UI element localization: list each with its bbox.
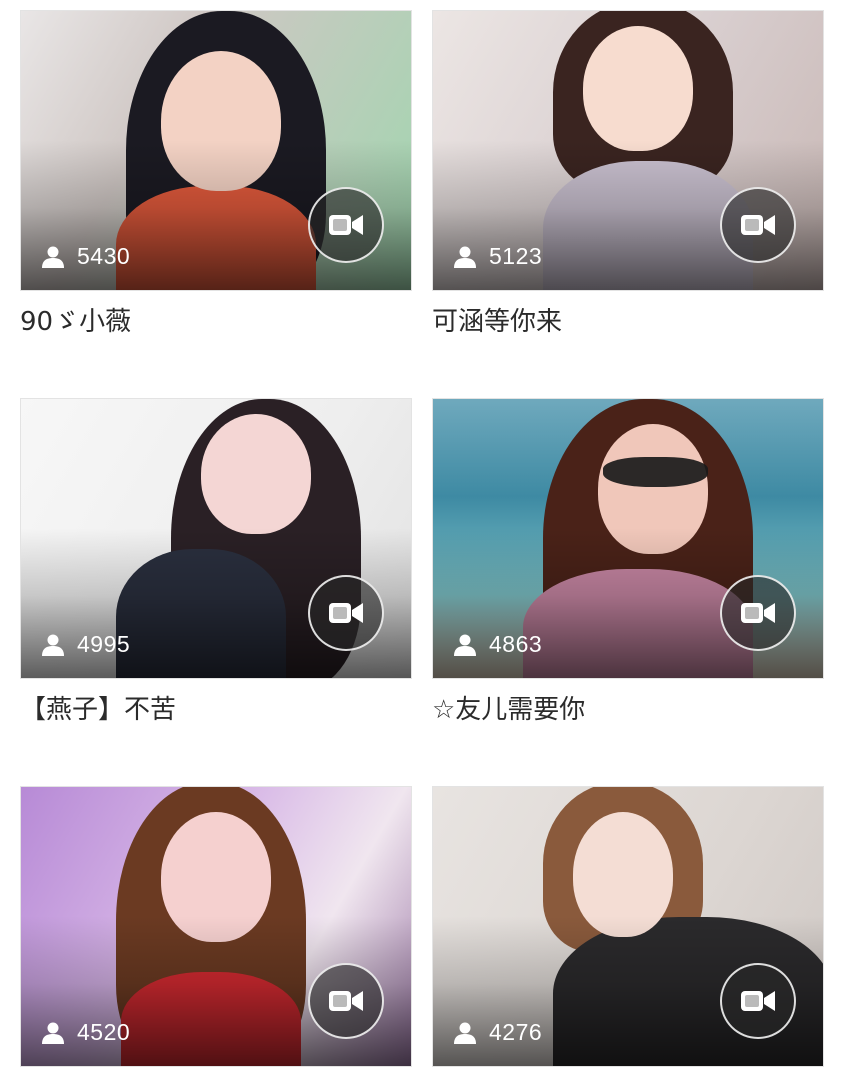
viewer-count-value: 4995 [77,631,131,657]
stream-thumbnail[interactable]: 5123 [432,10,824,291]
viewer-count: 5430 [41,243,130,270]
video-camera-icon [741,603,775,623]
user-icon [454,246,476,268]
stream-title[interactable]: 90ゞ小薇 [20,305,412,339]
stream-thumbnail[interactable]: 4276 [432,786,824,1067]
viewer-count-value: 5430 [77,243,131,269]
user-icon [42,634,64,656]
stream-title[interactable]: 【燕子】不苦 [20,693,412,727]
stream-card[interactable]: 4276 [432,786,824,1067]
stream-thumbnail[interactable]: 4863 [432,398,824,679]
video-camera-button[interactable] [308,575,384,651]
viewer-count-value: 5123 [489,243,543,269]
stream-card[interactable]: 4520 [20,786,412,1067]
stream-title[interactable]: ☆友儿需要你 [432,693,824,727]
video-camera-button[interactable] [308,187,384,263]
user-icon [454,1022,476,1044]
stream-thumbnail[interactable]: 4520 [20,786,412,1067]
viewer-count-value: 4863 [489,631,543,657]
stream-title[interactable]: 可涵等你来 [432,305,824,339]
video-camera-icon [329,603,363,623]
video-camera-icon [741,215,775,235]
stream-thumbnail[interactable]: 4995 [20,398,412,679]
viewer-count: 4995 [41,631,130,658]
video-camera-button[interactable] [308,963,384,1039]
video-camera-icon [329,215,363,235]
video-camera-icon [329,991,363,1011]
viewer-count-value: 4276 [489,1019,543,1045]
video-camera-icon [741,991,775,1011]
video-camera-button[interactable] [720,575,796,651]
viewer-count: 5123 [453,243,542,270]
stream-grid: 5430 90ゞ小薇 5123 可涵等你来 4995 【燕子】不苦 4863 ☆… [0,0,842,1068]
stream-card[interactable]: 4995 【燕子】不苦 [20,398,412,727]
viewer-count: 4520 [41,1019,130,1046]
stream-thumbnail[interactable]: 5430 [20,10,412,291]
video-camera-button[interactable] [720,187,796,263]
viewer-count: 4276 [453,1019,542,1046]
viewer-count: 4863 [453,631,542,658]
user-icon [454,634,476,656]
user-icon [42,246,64,268]
user-icon [42,1022,64,1044]
stream-card[interactable]: 5430 90ゞ小薇 [20,10,412,339]
sunglasses-icon [603,457,708,487]
thumbnail-figure-face [583,26,693,151]
viewer-count-value: 4520 [77,1019,131,1045]
stream-card[interactable]: 4863 ☆友儿需要你 [432,398,824,727]
stream-card[interactable]: 5123 可涵等你来 [432,10,824,339]
thumbnail-figure-face [201,414,311,534]
video-camera-button[interactable] [720,963,796,1039]
